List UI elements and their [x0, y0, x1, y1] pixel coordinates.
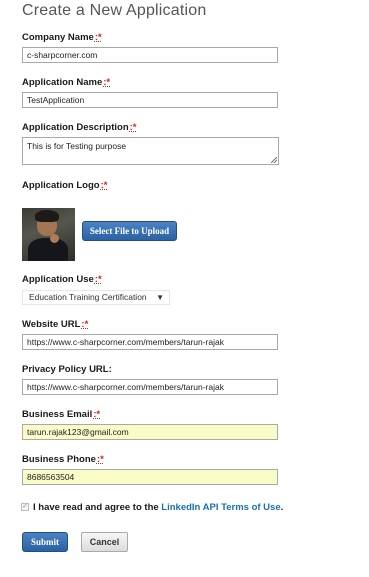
- business-email-input[interactable]: tarun.rajak123@gmail.com: [22, 424, 278, 440]
- company-name-input[interactable]: c-sharpcorner.com: [22, 47, 278, 63]
- application-name-label: Application Name:*: [22, 77, 110, 88]
- application-description-label-text: Application Description: [22, 122, 129, 133]
- business-phone-input[interactable]: 8686563504: [22, 469, 278, 485]
- chevron-down-icon[interactable]: ▼: [156, 291, 164, 304]
- logo-person-hair: [35, 210, 59, 222]
- website-url-label: Website URL:*: [22, 319, 88, 330]
- application-use-select[interactable]: Education Training Certification ▼: [22, 290, 170, 305]
- required-mark: :*: [103, 77, 111, 88]
- application-logo-image: [22, 208, 75, 261]
- required-mark: :*: [93, 409, 101, 420]
- required-mark: :*: [96, 454, 104, 465]
- terms-of-use-link[interactable]: LinkedIn API Terms of Use: [161, 502, 280, 513]
- application-use-selected-value: Education Training Certification: [29, 292, 147, 302]
- website-url-input[interactable]: https://www.c-sharpcorner.com/members/ta…: [22, 334, 278, 350]
- resize-grip-icon[interactable]: [271, 157, 277, 163]
- required-mark: :*: [129, 122, 137, 133]
- required-mark: :*: [94, 274, 102, 285]
- terms-agree-prefix: I have read and agree to the: [33, 502, 162, 513]
- terms-agree-suffix: .: [280, 502, 284, 513]
- business-email-label-text: Business Email: [22, 409, 93, 420]
- business-phone-label-text: Business Phone: [22, 454, 96, 465]
- company-name-label: Company Name:*: [22, 32, 102, 43]
- website-url-label-text: Website URL: [22, 319, 81, 330]
- required-mark: :*: [81, 319, 89, 330]
- application-use-label-text: Application Use: [22, 274, 94, 285]
- required-mark: :*: [100, 180, 108, 191]
- application-name-label-text: Application Name: [22, 77, 103, 88]
- application-description-label: Application Description:*: [22, 122, 137, 133]
- cancel-button[interactable]: Cancel: [81, 532, 128, 552]
- logo-person-body: [28, 238, 68, 261]
- application-logo-label: Application Logo:*: [22, 180, 107, 191]
- terms-agree-checkbox[interactable]: ✓: [21, 503, 29, 511]
- select-file-upload-button[interactable]: Select File to Upload: [82, 221, 177, 241]
- terms-agree-text: I have read and agree to the LinkedIn AP…: [33, 502, 283, 513]
- application-logo-label-text: Application Logo: [22, 180, 100, 191]
- required-mark: :*: [94, 32, 102, 43]
- application-use-label: Application Use:*: [22, 274, 102, 285]
- page-title: Create a New Application: [22, 2, 207, 19]
- application-description-textarea[interactable]: This is for Testing purpose: [22, 137, 279, 165]
- check-icon: ✓: [22, 503, 28, 510]
- privacy-policy-url-input[interactable]: https://www.c-sharpcorner.com/members/ta…: [22, 379, 278, 395]
- business-email-label: Business Email:*: [22, 409, 100, 420]
- submit-button[interactable]: Submit: [22, 532, 68, 552]
- application-description-value: This is for Testing purpose: [27, 141, 127, 151]
- logo-person-hand: [50, 234, 59, 243]
- company-name-label-text: Company Name: [22, 32, 94, 43]
- application-name-input[interactable]: TestApplication: [22, 92, 278, 108]
- business-phone-label: Business Phone:*: [22, 454, 104, 465]
- privacy-policy-url-label: Privacy Policy URL:: [22, 364, 112, 375]
